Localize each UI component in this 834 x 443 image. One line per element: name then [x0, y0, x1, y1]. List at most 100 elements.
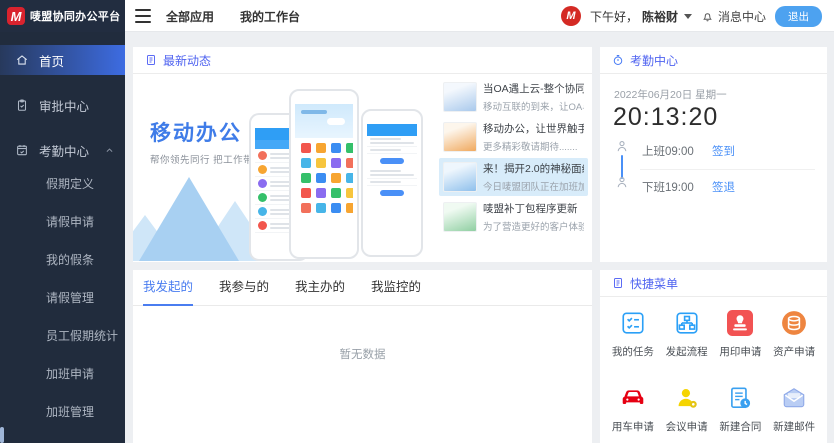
news-title: 来！揭开2.0的神秘面纱~	[483, 161, 584, 176]
news-desc: 更多精彩敬请期待.......	[483, 139, 584, 153]
news-title: 当OA遇上云-整个协同OA	[483, 81, 584, 96]
quick-item-new-contract[interactable]: 新建合同	[714, 385, 768, 434]
quick-menu-header: 快捷菜单	[600, 270, 827, 297]
shift-end-label: 下班19:00	[642, 179, 694, 195]
attendance-panel: 考勤中心 2022年06月20日 星期一 20:13:20 上班09:00 签到…	[600, 47, 827, 262]
latest-news-panel: 最新动态 移动办公 帮你领先同行 把工作带出办公室	[133, 47, 592, 262]
news-banner[interactable]: 移动办公 帮你领先同行 把工作带出办公室	[133, 75, 437, 261]
news-thumbnail	[443, 122, 477, 152]
phone-mockup	[361, 109, 423, 257]
person-icon	[615, 175, 629, 190]
panel-title: 快捷菜单	[630, 275, 678, 292]
news-thumbnail	[443, 202, 477, 232]
message-center-label: 消息中心	[718, 8, 766, 25]
attendance-date: 2022年06月20日 星期一	[614, 87, 727, 102]
quick-item-label: 新建合同	[719, 419, 761, 434]
quick-menu-grid: 我的任务 用印申请 发起流程 用印申请 资产申请 用车申请 会议申请	[606, 310, 821, 434]
page: M 唛盟协同办公平台 全部应用 我的工作台 M 下午好，陈裕财 消息中心 退出 …	[0, 0, 834, 443]
quick-item-new-mail[interactable]: 新建邮件	[767, 385, 821, 434]
tasks-icon	[620, 310, 646, 336]
sidebar-item-label: 首页	[39, 51, 64, 70]
document-icon	[612, 277, 624, 289]
news-item[interactable]: 唛盟补丁包程序更新 为了营造更好的客户体验，唛	[439, 198, 588, 236]
attendance-clock: 20:13:20	[613, 103, 718, 132]
quick-item-label: 资产申请	[773, 344, 815, 359]
sidebar-scrollbar[interactable]	[0, 427, 4, 443]
sidebar-subitem-overtime-management[interactable]: 加班管理	[46, 402, 94, 422]
logout-button[interactable]: 退出	[775, 6, 822, 27]
news-thumbnail	[443, 82, 477, 112]
greeting-text: 下午好，	[590, 8, 638, 25]
quick-item-vehicle-request[interactable]: 用车申请	[606, 385, 660, 434]
news-desc: 为了营造更好的客户体验，唛	[483, 219, 584, 233]
quick-item-label: 会议申请	[666, 419, 708, 434]
sidebar-subitem-overtime-request[interactable]: 加班申请	[46, 364, 94, 384]
stamp-icon	[727, 310, 753, 336]
chevron-up-icon	[105, 146, 114, 155]
sidebar-subitem-my-leave-slips[interactable]: 我的假条	[46, 250, 94, 270]
assets-icon	[781, 310, 807, 336]
news-thumbnail	[443, 162, 477, 192]
logo-area: M 唛盟协同办公平台	[0, 0, 125, 32]
username: 陈裕财	[642, 8, 678, 25]
panel-title: 最新动态	[163, 52, 211, 69]
news-list: 当OA遇上云-整个协同OA 移动互联的到来，让OA与云 移动办公，让世界触手可 …	[439, 78, 588, 238]
phone-mockup	[289, 89, 359, 259]
header-right: M 下午好，陈裕财 消息中心 退出	[561, 0, 822, 32]
car-icon	[620, 385, 646, 411]
quick-item-meeting-request[interactable]: 会议申请	[660, 385, 714, 434]
menu-toggle-icon[interactable]	[135, 9, 151, 23]
quick-menu-panel: 快捷菜单 我的任务 用印申请 发起流程 用印申请 资产申请 用车申请	[600, 270, 827, 443]
user-menu[interactable]: 下午好，陈裕财	[590, 8, 692, 25]
nav-all-apps[interactable]: 全部应用	[166, 8, 214, 25]
sidebar-item-label: 审批中心	[39, 96, 89, 115]
stopwatch-icon	[612, 54, 624, 66]
news-title: 唛盟补丁包程序更新	[483, 201, 584, 216]
calendar-icon	[15, 143, 29, 157]
news-desc: 移动互联的到来，让OA与云	[483, 99, 584, 113]
quick-item-my-tasks[interactable]: 我的任务	[606, 310, 660, 359]
meeting-icon	[674, 385, 700, 411]
latest-news-header: 最新动态	[133, 47, 592, 74]
sidebar: 首页 审批中心 考勤中心 假期定义 请假申请 我的假条 请假管理 员工假期统计 …	[0, 32, 125, 443]
chevron-down-icon	[684, 14, 692, 19]
sidebar-subitem-leave-management[interactable]: 请假管理	[46, 288, 94, 308]
flow-icon	[674, 310, 700, 336]
quick-item-label: 用印申请	[719, 344, 761, 359]
top-nav: 全部应用 我的工作台	[166, 0, 300, 32]
sidebar-subitem-employee-holiday-stats[interactable]: 员工假期统计	[46, 326, 118, 346]
quick-item-start-flow[interactable]: 用印申请 发起流程	[660, 310, 714, 359]
home-icon	[15, 53, 29, 67]
tasks-panel: 我发起的 我参与的 我主办的 我监控的 暂无数据	[133, 270, 592, 443]
shift-start-label: 上班09:00	[642, 143, 694, 159]
tab-initiated-by-me[interactable]: 我发起的	[143, 270, 193, 306]
news-title: 移动办公，让世界触手可	[483, 121, 584, 136]
news-item-selected[interactable]: 来！揭开2.0的神秘面纱~ 今日唛盟团队正在加班加点，	[439, 158, 588, 196]
tab-monitored-by-me[interactable]: 我监控的	[371, 270, 421, 306]
quick-item-asset-request[interactable]: 资产申请	[767, 310, 821, 359]
tab-hosted-by-me[interactable]: 我主办的	[295, 270, 345, 306]
news-item[interactable]: 移动办公，让世界触手可 更多精彩敬请期待.......	[439, 118, 588, 156]
tab-participated-by-me[interactable]: 我参与的	[219, 270, 269, 306]
document-icon	[145, 54, 157, 66]
nav-my-workspace[interactable]: 我的工作台	[240, 8, 300, 25]
check-out-link[interactable]: 签退	[712, 179, 735, 195]
empty-state-text: 暂无数据	[133, 346, 592, 362]
quick-item-label: 我的任务	[612, 344, 654, 359]
sidebar-item-approval-center[interactable]: 审批中心	[0, 90, 125, 120]
check-in-link[interactable]: 签到	[712, 143, 735, 159]
app-title: 唛盟协同办公平台	[30, 8, 120, 24]
panel-title: 考勤中心	[630, 52, 678, 69]
quick-item-label: 发起流程	[666, 344, 708, 359]
top-header: M 唛盟协同办公平台 全部应用 我的工作台 M 下午好，陈裕财 消息中心 退出	[0, 0, 834, 32]
sidebar-subitem-leave-request[interactable]: 请假申请	[46, 212, 94, 232]
mail-icon	[781, 385, 807, 411]
sidebar-item-attendance-center[interactable]: 考勤中心	[0, 135, 125, 165]
sidebar-item-home[interactable]: 首页	[0, 45, 125, 75]
quick-item-seal-request[interactable]: 用印申请	[714, 310, 768, 359]
news-item[interactable]: 当OA遇上云-整个协同OA 移动互联的到来，让OA与云	[439, 78, 588, 116]
clipboard-icon	[15, 98, 29, 112]
user-avatar[interactable]: M	[561, 6, 581, 26]
sidebar-subitem-holiday-definition[interactable]: 假期定义	[46, 174, 94, 194]
message-center-button[interactable]: 消息中心	[701, 8, 766, 25]
